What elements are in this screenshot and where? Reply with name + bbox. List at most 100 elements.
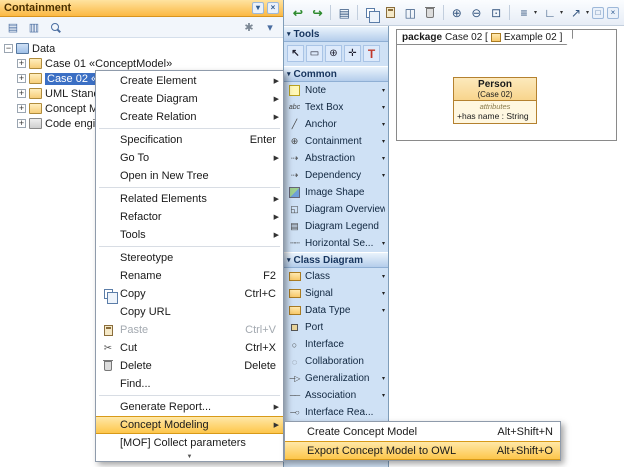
palette-item-diagram-legend[interactable]: Diagram Legend: [284, 218, 388, 235]
menu-item-go-to[interactable]: Go To: [96, 149, 283, 167]
palette-item-association[interactable]: Association: [284, 387, 388, 404]
forward-icon[interactable]: [309, 4, 327, 22]
palette-item-anchor[interactable]: Anchor: [284, 116, 388, 133]
palette-item-containment[interactable]: Containment: [284, 133, 388, 150]
menu-item-tools[interactable]: Tools: [96, 226, 283, 244]
menu-item-export-concept-model-to-owl[interactable]: Export Concept Model to OWL Alt+Shift+O: [285, 441, 560, 460]
arrow-style-dropdown[interactable]: [566, 4, 590, 22]
menu-item-create-relation[interactable]: Create Relation: [96, 108, 283, 126]
tree-node-data[interactable]: Data: [0, 41, 283, 56]
tree-filter-icon[interactable]: [26, 19, 42, 35]
palette-item-interface[interactable]: Interface: [284, 336, 388, 353]
menu-item-concept-modeling[interactable]: Concept Modeling: [96, 416, 283, 434]
menu-item-create-concept-model[interactable]: Create Concept Model Alt+Shift+N: [285, 422, 560, 441]
menu-item-specification[interactable]: Specification Enter: [96, 131, 283, 149]
align-dropdown[interactable]: [514, 4, 538, 22]
palette-item-port[interactable]: Port: [284, 319, 388, 336]
chevron-down-icon[interactable]: [382, 273, 385, 280]
diagram-overview-icon: [287, 204, 302, 215]
chevron-down-icon[interactable]: [382, 240, 385, 247]
close-panel-icon[interactable]: [267, 2, 279, 14]
menu-item-create-element[interactable]: Create Element: [96, 72, 283, 90]
close-window-icon[interactable]: [607, 7, 619, 19]
collapse-all-icon[interactable]: [5, 19, 21, 35]
chevron-down-icon[interactable]: [382, 290, 385, 297]
class-shape-person[interactable]: Person (Case 02) attributes +has name : …: [453, 77, 537, 124]
class-diagram-icon: [491, 33, 501, 42]
clipboard-icon[interactable]: [401, 4, 419, 22]
menu-item-rename[interactable]: Rename F2: [96, 267, 283, 285]
palette-item-image-shape[interactable]: Image Shape: [284, 184, 388, 201]
copy-button[interactable]: [362, 4, 380, 22]
float-window-icon[interactable]: [592, 7, 604, 19]
dependency-icon: [287, 170, 302, 181]
diagram-canvas[interactable]: package Case 02 [ Example 02 ] Person (C…: [389, 26, 624, 467]
zoom-fit-icon[interactable]: [487, 4, 505, 22]
pan-tool-icon[interactable]: [344, 45, 361, 62]
minimize-panel-icon[interactable]: [252, 2, 264, 14]
chevron-down-icon: [534, 9, 537, 16]
zoom-out-icon[interactable]: [468, 4, 486, 22]
menu-item-refactor[interactable]: Refactor: [96, 208, 283, 226]
delete-button[interactable]: [421, 4, 439, 22]
palette-section-class-diagram[interactable]: Class Diagram: [284, 252, 388, 268]
expand-expander-icon[interactable]: [17, 104, 26, 113]
menu-item-cut[interactable]: Cut Ctrl+X: [96, 339, 283, 357]
chevron-down-icon[interactable]: [382, 392, 385, 399]
route-dropdown[interactable]: [540, 4, 564, 22]
palette-item-diagram-overview[interactable]: Diagram Overview: [284, 201, 388, 218]
palette-item-note[interactable]: Note: [284, 82, 388, 99]
palette-item-signal[interactable]: Signal: [284, 285, 388, 302]
chevron-down-icon[interactable]: [382, 155, 385, 162]
menu-item-open-in-new-tree[interactable]: Open in New Tree: [96, 167, 283, 185]
menu-item-find[interactable]: Find...: [96, 375, 283, 393]
zoom-in-icon[interactable]: [448, 4, 466, 22]
menu-item-generate-report[interactable]: Generate Report...: [96, 398, 283, 416]
collapse-expander-icon[interactable]: [4, 44, 13, 53]
chevron-down-icon[interactable]: [382, 307, 385, 314]
chevron-down-icon[interactable]: [382, 121, 385, 128]
menu-icon-gutter: [96, 289, 120, 299]
zoom-tool-icon[interactable]: [325, 45, 342, 62]
back-icon[interactable]: [289, 4, 307, 22]
palette-item-dependency[interactable]: Dependency: [284, 167, 388, 184]
menu-item-delete[interactable]: Delete Delete: [96, 357, 283, 375]
chevron-down-icon[interactable]: [382, 87, 385, 94]
palette-item-abstraction[interactable]: Abstraction: [284, 150, 388, 167]
palette-item-data-type[interactable]: Data Type: [284, 302, 388, 319]
paste-button[interactable]: [382, 4, 400, 22]
palette-section-common[interactable]: Common: [284, 66, 388, 82]
menu-item-paste[interactable]: Paste Ctrl+V: [96, 321, 283, 339]
copy-icon: [104, 289, 113, 299]
menu-item-copy-url[interactable]: Copy URL: [96, 303, 283, 321]
gear-icon[interactable]: [241, 19, 257, 35]
chevron-down-icon[interactable]: [382, 138, 385, 145]
palette-item-class[interactable]: Class: [284, 268, 388, 285]
search-button[interactable]: [47, 19, 63, 35]
palette-item-interface-realization[interactable]: Interface Rea...: [284, 404, 388, 421]
expand-expander-icon[interactable]: [17, 119, 26, 128]
palette-item-collaboration[interactable]: Collaboration: [284, 353, 388, 370]
palette-item-generalization[interactable]: Generalization: [284, 370, 388, 387]
menu-item-stereotype[interactable]: Stereotype: [96, 249, 283, 267]
lasso-tool-icon[interactable]: [306, 45, 323, 62]
chevron-down-icon[interactable]: [382, 172, 385, 179]
chevron-down-icon[interactable]: [262, 19, 278, 35]
menu-item-mof-collect-parameters[interactable]: [MOF] Collect parameters: [96, 434, 283, 452]
menu-item-create-diagram[interactable]: Create Diagram: [96, 90, 283, 108]
containment-tree-icon[interactable]: [335, 4, 353, 22]
palette-item-horizontal-separator[interactable]: Horizontal Se...: [284, 235, 388, 252]
selection-tool-icon[interactable]: [287, 45, 304, 62]
chevron-down-icon[interactable]: [382, 104, 385, 111]
palette-item-text-box[interactable]: Text Box: [284, 99, 388, 116]
scroll-down-icon[interactable]: [96, 452, 283, 461]
palette-section-tools[interactable]: Tools: [284, 26, 388, 42]
tree-node-case-01[interactable]: Case 01 «ConceptModel»: [0, 56, 283, 71]
menu-item-related-elements[interactable]: Related Elements: [96, 190, 283, 208]
chevron-down-icon[interactable]: [382, 375, 385, 382]
expand-expander-icon[interactable]: [17, 59, 26, 68]
menu-item-copy[interactable]: Copy Ctrl+C: [96, 285, 283, 303]
text-tool-icon[interactable]: [363, 45, 380, 62]
expand-expander-icon[interactable]: [17, 89, 26, 98]
expand-expander-icon[interactable]: [17, 74, 26, 83]
